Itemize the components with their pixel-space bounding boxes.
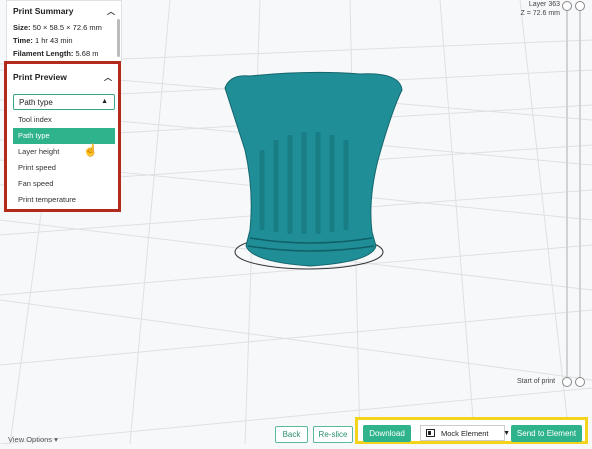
preview-mode-menu: Tool index Path type Layer height Print … <box>13 112 115 208</box>
menu-item-fan-speed[interactable]: Fan speed <box>13 176 115 192</box>
view-options-label: View Options <box>8 435 53 444</box>
layer-slider-track-secondary[interactable] <box>579 6 581 382</box>
filament-label: Filament Length: <box>13 49 74 58</box>
back-button[interactable]: Back <box>275 426 308 443</box>
menu-item-print-speed[interactable]: Print speed <box>13 160 115 176</box>
print-model <box>224 71 403 267</box>
start-of-print-label: Start of print <box>517 378 556 385</box>
layer-slider-bottom-handle[interactable] <box>562 377 572 387</box>
export-actions: Download Mock Element ▼ Send to Element <box>355 417 588 444</box>
device-select[interactable]: Mock Element ▼ <box>420 425 510 441</box>
chevron-up-icon[interactable]: ︿ <box>104 72 112 83</box>
hand-cursor-icon: ☝ <box>83 143 98 157</box>
reslice-button[interactable]: Re-slice <box>313 426 353 443</box>
filament-value: 5.68 m <box>75 49 99 58</box>
print-preview-panel: Print Preview ︿ Path type ▲ Tool index P… <box>4 61 121 212</box>
time-value: 1 hr 43 min <box>34 36 73 45</box>
caret-down-icon: ▲ <box>101 98 108 105</box>
size-value: 50 × 58.5 × 72.6 mm <box>32 23 102 32</box>
download-button[interactable]: Download <box>363 425 411 442</box>
layer-number: Layer 363 <box>528 1 560 8</box>
layer-slider-track[interactable] <box>566 6 568 382</box>
layer-slider-top-handle[interactable] <box>562 1 572 11</box>
size-label: Size: <box>13 23 31 32</box>
preview-mode-value: Path type <box>19 98 53 107</box>
printer-icon <box>426 429 435 437</box>
chevron-up-icon[interactable]: ︿ <box>107 6 115 17</box>
panel-scrollbar[interactable] <box>117 19 120 57</box>
menu-item-tool-index[interactable]: Tool index <box>13 112 115 128</box>
menu-item-layer-height[interactable]: Layer height <box>13 144 115 160</box>
layer-info: Layer 363 Z = 72.6 mm <box>521 0 560 18</box>
layer-slider-top-handle-secondary[interactable] <box>575 1 585 11</box>
print-summary-panel: Print Summary ︿ Size: 50 × 58.5 × 72.6 m… <box>6 0 122 62</box>
layer-z: Z = 72.6 mm <box>520 10 560 17</box>
view-options-toggle[interactable]: View Options ▾ <box>8 435 58 444</box>
print-summary-title: Print Summary <box>13 6 74 16</box>
send-to-element-button[interactable]: Send to Element <box>511 425 582 442</box>
time-label: Time: <box>13 36 33 45</box>
menu-item-path-type[interactable]: Path type <box>13 128 115 144</box>
print-preview-title: Print Preview <box>13 72 67 82</box>
caret-down-icon: ▼ <box>503 430 510 437</box>
layer-slider-bottom-handle-secondary[interactable] <box>575 377 585 387</box>
device-name: Mock Element <box>441 429 489 438</box>
menu-item-print-temperature[interactable]: Print temperature <box>13 192 115 208</box>
caret-down-icon: ▾ <box>54 435 58 444</box>
preview-mode-select[interactable]: Path type ▲ <box>13 94 115 110</box>
